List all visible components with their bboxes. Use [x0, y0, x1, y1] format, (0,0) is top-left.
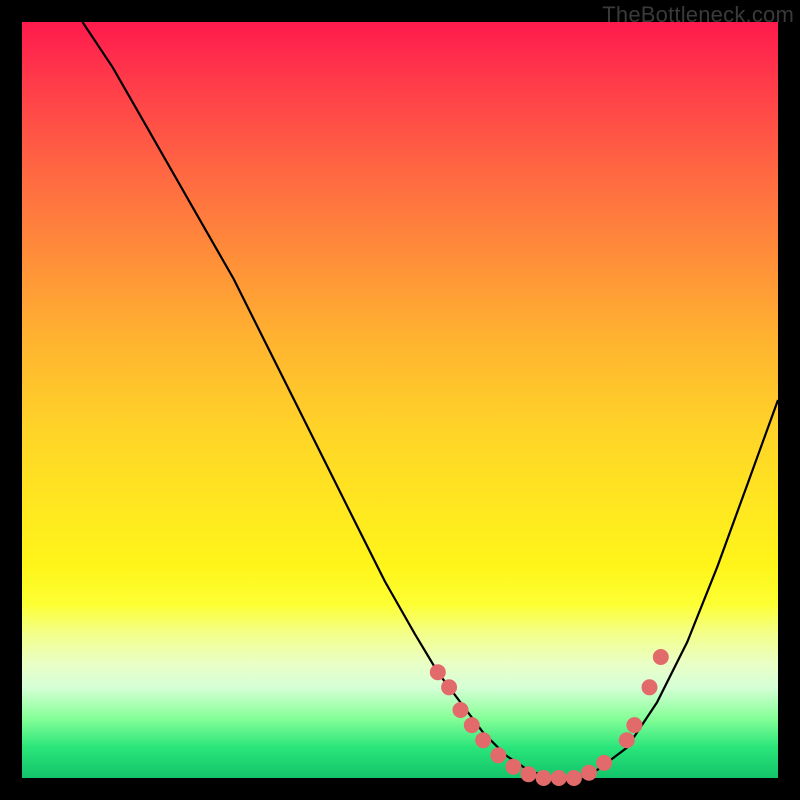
bottleneck-curve — [83, 22, 779, 778]
highlight-dot — [441, 679, 457, 695]
highlight-dot — [453, 702, 469, 718]
highlight-dot — [642, 679, 658, 695]
highlight-dot — [566, 770, 582, 786]
highlight-dot — [653, 649, 669, 665]
chart-svg — [22, 22, 778, 778]
highlight-dot — [596, 755, 612, 771]
highlight-dot — [464, 717, 480, 733]
highlight-dot — [430, 664, 446, 680]
highlight-dot — [581, 765, 597, 781]
highlight-dot — [619, 732, 635, 748]
highlight-dot — [490, 747, 506, 763]
highlight-dot — [536, 770, 552, 786]
highlight-dot — [521, 766, 537, 782]
highlight-dot — [551, 770, 567, 786]
highlight-dot — [475, 732, 491, 748]
highlight-dot — [626, 717, 642, 733]
highlight-dots-group — [430, 649, 669, 786]
highlight-dot — [505, 759, 521, 775]
